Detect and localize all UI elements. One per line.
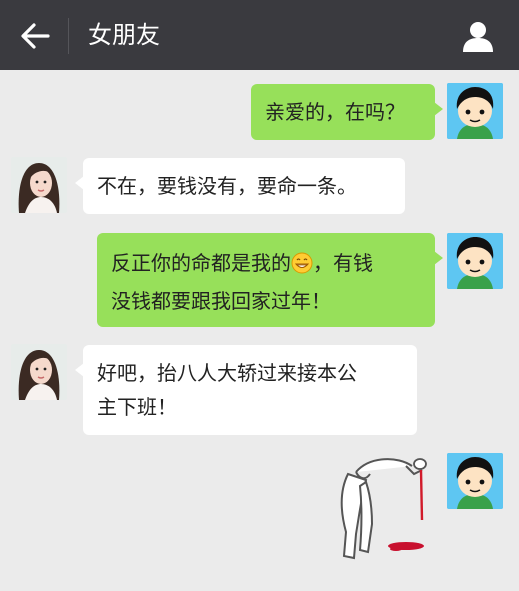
arrow-left-icon <box>21 23 50 49</box>
message-text: 没钱都要跟我回家过年！ <box>111 289 331 313</box>
girlfriend-avatar[interactable] <box>11 344 67 400</box>
message-text: 反正你的命都是我的 <box>111 251 291 275</box>
girlfriend-avatar[interactable] <box>11 157 67 213</box>
grinning-face-emoji-icon <box>291 250 313 284</box>
message-text: 主下班！ <box>97 395 177 419</box>
my-avatar[interactable] <box>447 83 503 139</box>
message-text: ，有钱 <box>313 251 373 275</box>
person-icon <box>463 22 493 52</box>
message-bubble-received[interactable]: 不在，要钱没有，要命一条。 <box>75 158 405 214</box>
message-bubble-received[interactable]: 好吧，抬八人大轿过来接本公 主下班！ <box>75 345 417 435</box>
message-text: 亲爱的，在吗？ <box>265 100 405 124</box>
my-avatar[interactable] <box>447 233 503 289</box>
chat-title: 女朋友 <box>88 21 160 49</box>
back-button[interactable] <box>18 20 52 52</box>
header-divider <box>68 18 69 54</box>
message-bubble-sent[interactable]: 亲爱的，在吗？ <box>251 84 443 140</box>
my-avatar[interactable] <box>447 453 503 509</box>
message-bubble-sent[interactable]: 反正你的命都是我的 ，有钱 没钱都要跟我回家过年！ <box>97 233 443 327</box>
message-text: 好吧，抬八人大轿过来接本公 <box>97 361 357 385</box>
bowing-stick-figure-sticker-icon <box>340 458 427 560</box>
sticker-message[interactable] <box>326 450 438 570</box>
message-text: 不在，要钱没有，要命一条。 <box>97 174 357 198</box>
chat-header: 女朋友 <box>0 0 519 70</box>
chat-info-button[interactable] <box>460 18 496 54</box>
